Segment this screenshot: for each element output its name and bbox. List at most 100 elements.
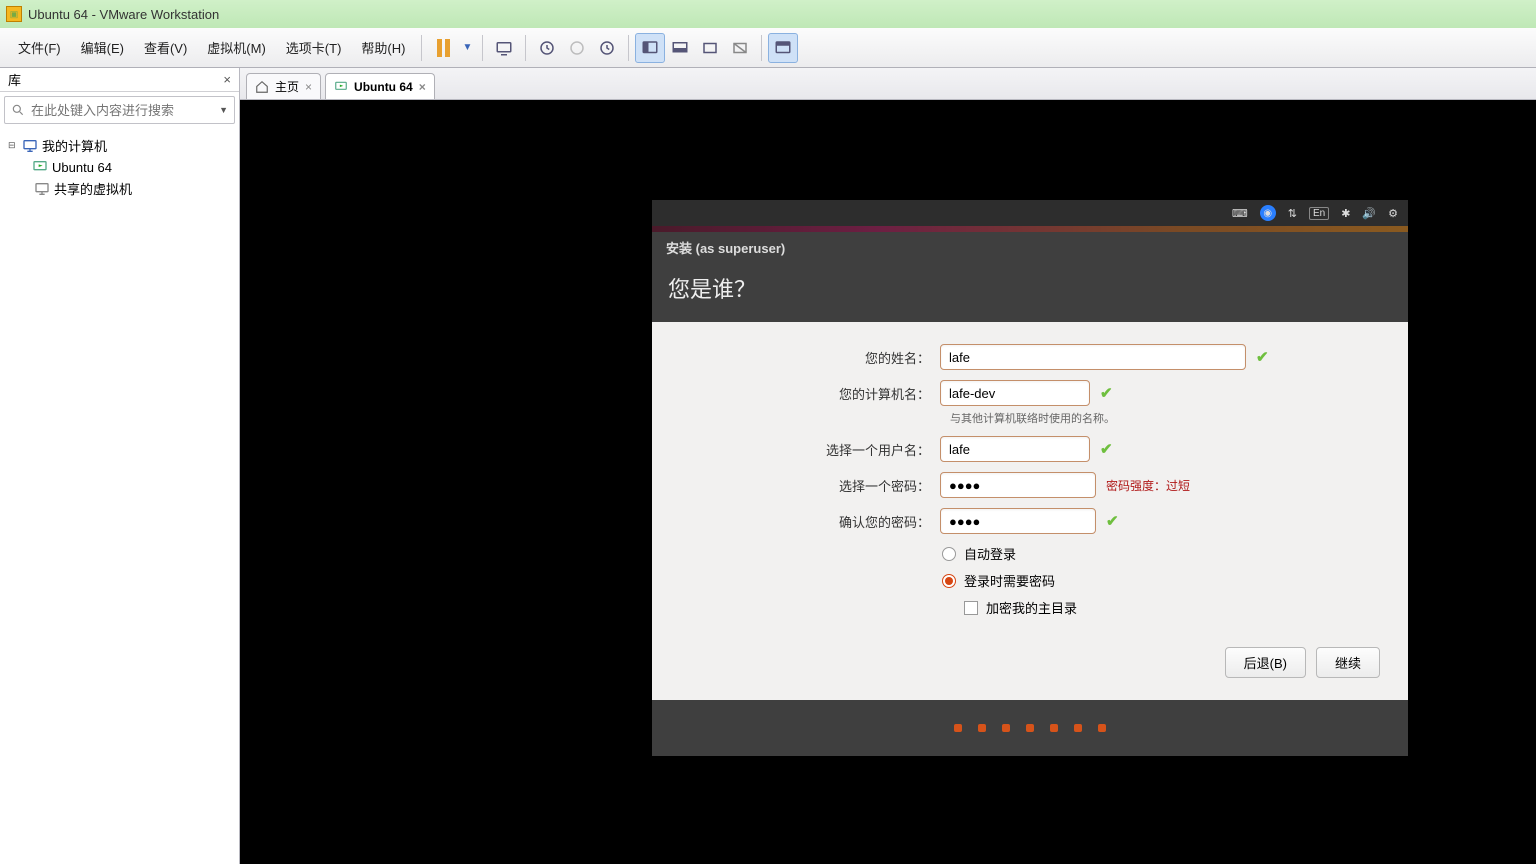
library-tree: ⊟ 我的计算机 Ubuntu 64 共享的虚拟机	[0, 128, 239, 206]
tab-close-icon[interactable]: ×	[419, 80, 426, 94]
radio-label: 自动登录	[964, 544, 1016, 563]
view-stretch-button[interactable]	[725, 33, 755, 63]
check-icon: ✔	[1100, 384, 1113, 402]
row-computer: 您的计算机名： ✔	[680, 380, 1380, 406]
send-ctrl-alt-del-button[interactable]	[489, 33, 519, 63]
sidebar-header: 库 ×	[0, 68, 239, 92]
hint-computer: 与其他计算机联络时使用的名称。	[950, 410, 1380, 426]
view-console-button[interactable]	[635, 33, 665, 63]
continue-button[interactable]: 继续	[1316, 647, 1380, 678]
sidebar-search[interactable]: ▼	[4, 96, 235, 124]
settings-gear-icon[interactable]: ⚙	[1388, 207, 1398, 220]
view-unity-button[interactable]	[695, 33, 725, 63]
menu-view[interactable]: 查看(V)	[134, 34, 197, 61]
search-icon	[11, 103, 25, 117]
volume-icon[interactable]: 🔊	[1362, 207, 1376, 220]
tree-label: 共享的虚拟机	[54, 179, 132, 198]
input-password[interactable]	[940, 472, 1096, 498]
installer-title: 安装 (as superuser)	[666, 238, 785, 257]
installer-progress-dots	[652, 700, 1408, 756]
label-confirm: 确认您的密码：	[680, 512, 930, 531]
progress-dot	[1002, 724, 1010, 732]
tree-shared-vms[interactable]: 共享的虚拟机	[4, 177, 235, 200]
sidebar-close-icon[interactable]: ×	[223, 72, 231, 87]
shared-icon	[34, 181, 50, 197]
input-username[interactable]	[940, 436, 1090, 462]
snapshot-button[interactable]	[532, 33, 562, 63]
tab-close-icon[interactable]: ×	[305, 80, 312, 94]
view-thumbnail-button[interactable]	[768, 33, 798, 63]
ubuntu-system-tray: ⌨ ◉ ⇅ En ✱ 🔊 ⚙	[652, 200, 1408, 226]
tree-vm-ubuntu64[interactable]: Ubuntu 64	[4, 157, 235, 177]
password-strength: 密码强度：过短	[1106, 477, 1190, 494]
home-icon	[255, 80, 269, 94]
label-password: 选择一个密码：	[680, 476, 930, 495]
radio-require-password[interactable]: 登录时需要密码	[942, 571, 1380, 590]
label-username: 选择一个用户名：	[680, 440, 930, 459]
tab-strip: 主页 × Ubuntu 64 ×	[240, 68, 1536, 100]
radio-auto-login[interactable]: 自动登录	[942, 544, 1380, 563]
menu-edit[interactable]: 编辑(E)	[71, 34, 134, 61]
snapshot-manager-button[interactable]	[592, 33, 622, 63]
separator	[525, 35, 526, 61]
input-computer[interactable]	[940, 380, 1090, 406]
check-icon: ✔	[1256, 348, 1269, 366]
menu-file[interactable]: 文件(F)	[8, 34, 71, 61]
revert-snapshot-button[interactable]	[562, 33, 592, 63]
radio-checked-icon	[942, 574, 956, 588]
label-computer: 您的计算机名：	[680, 384, 930, 403]
sidebar-title: 库	[8, 70, 21, 89]
progress-dot	[1050, 724, 1058, 732]
progress-dot	[1098, 724, 1106, 732]
tree-my-computer[interactable]: ⊟ 我的计算机	[4, 134, 235, 157]
app-icon: ▣	[6, 6, 22, 22]
menu-help[interactable]: 帮助(H)	[351, 34, 415, 61]
checkbox-icon	[964, 601, 978, 615]
progress-dot	[1074, 724, 1082, 732]
tab-ubuntu64[interactable]: Ubuntu 64 ×	[325, 73, 435, 99]
input-name[interactable]	[940, 344, 1246, 370]
separator	[482, 35, 483, 61]
back-button[interactable]: 后退(B)	[1225, 647, 1306, 678]
installer-body: 您的姓名： ✔ 您的计算机名： ✔ 与其他计算机联络时使用的名称。 选择一个用户…	[652, 322, 1408, 700]
menubar: 文件(F) 编辑(E) 查看(V) 虚拟机(M) 选项卡(T) 帮助(H) ▼	[0, 28, 1536, 68]
computer-icon	[22, 138, 38, 154]
checkbox-encrypt-home[interactable]: 加密我的主目录	[964, 598, 1380, 617]
tab-label: 主页	[275, 78, 299, 95]
library-sidebar: 库 × ▼ ⊟ 我的计算机 Ubuntu 64 共享的虚拟机	[0, 68, 240, 864]
vm-running-icon	[32, 159, 48, 175]
keyboard-icon[interactable]: ⌨	[1232, 207, 1248, 220]
menu-vm[interactable]: 虚拟机(M)	[197, 34, 276, 61]
installer-titlebar: 安装 (as superuser)	[652, 232, 1408, 262]
input-confirm[interactable]	[940, 508, 1096, 534]
collapse-icon[interactable]: ⊟	[8, 140, 18, 151]
checkbox-label: 加密我的主目录	[986, 598, 1077, 617]
vm-running-icon	[334, 80, 348, 94]
window-titlebar: ▣ Ubuntu 64 - VMware Workstation	[0, 0, 1536, 28]
network-icon[interactable]: ⇅	[1288, 207, 1297, 220]
tab-home[interactable]: 主页 ×	[246, 73, 321, 99]
tree-label: 我的计算机	[42, 136, 107, 155]
row-password: 选择一个密码： 密码强度：过短	[680, 472, 1380, 498]
menu-tabs[interactable]: 选项卡(T)	[276, 34, 352, 61]
window-title: Ubuntu 64 - VMware Workstation	[28, 7, 219, 22]
search-dropdown-icon[interactable]: ▼	[219, 105, 228, 115]
ubuntu-installer-window: ⌨ ◉ ⇅ En ✱ 🔊 ⚙ 安装 (as superuser) 您是谁？	[652, 200, 1408, 756]
row-name: 您的姓名： ✔	[680, 344, 1380, 370]
label-name: 您的姓名：	[680, 348, 930, 367]
radio-label: 登录时需要密码	[964, 571, 1055, 590]
language-indicator[interactable]: En	[1309, 207, 1329, 220]
row-confirm: 确认您的密码： ✔	[680, 508, 1380, 534]
vm-power-dropdown[interactable]: ▼	[458, 42, 476, 53]
installer-header: 您是谁？	[652, 262, 1408, 322]
vm-viewport[interactable]: ⌨ ◉ ⇅ En ✱ 🔊 ⚙ 安装 (as superuser) 您是谁？	[240, 100, 1536, 864]
tab-label: Ubuntu 64	[354, 80, 413, 94]
view-fullscreen-button[interactable]	[665, 33, 695, 63]
bluetooth-icon[interactable]: ✱	[1341, 207, 1350, 220]
accessibility-icon[interactable]: ◉	[1260, 205, 1276, 221]
search-input[interactable]	[31, 103, 219, 118]
pause-button[interactable]	[428, 33, 458, 63]
check-icon: ✔	[1100, 440, 1113, 458]
separator	[628, 35, 629, 61]
row-username: 选择一个用户名： ✔	[680, 436, 1380, 462]
